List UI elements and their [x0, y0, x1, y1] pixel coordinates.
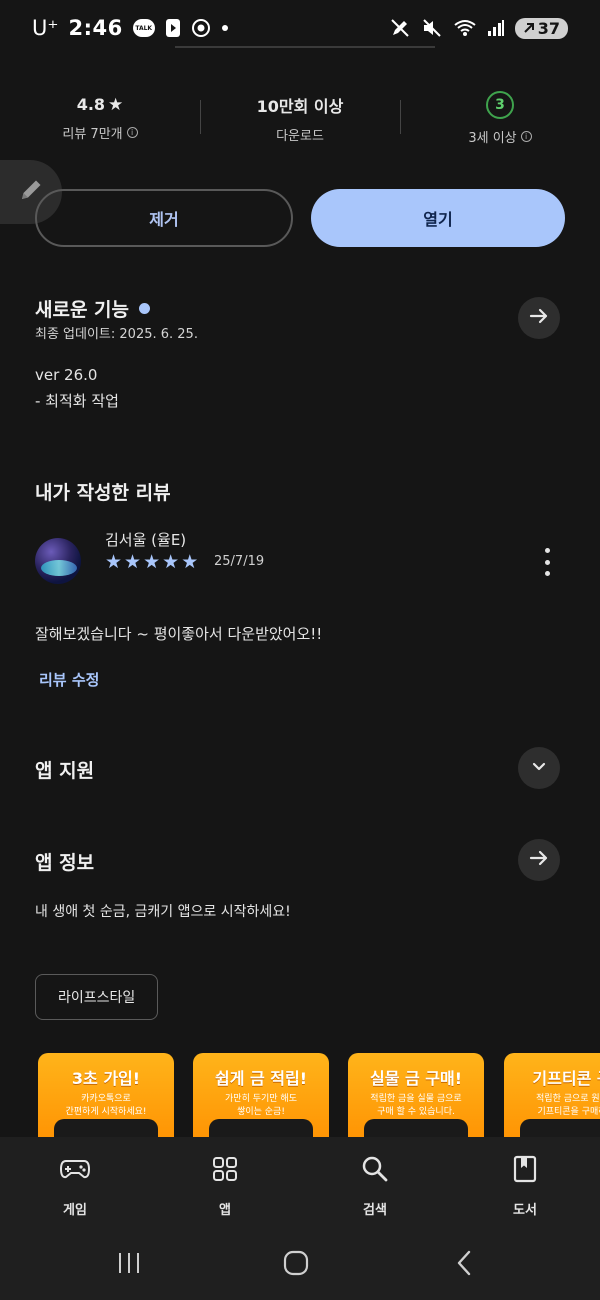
chevron-down-icon [529, 756, 549, 780]
star-icon: ★ [108, 94, 124, 115]
app-description: 내 생애 첫 순금, 금캐기 앱으로 시작하세요! [35, 904, 291, 920]
back-icon [452, 1249, 476, 1281]
battery-icon: 37 [514, 17, 568, 39]
screenshot-subtitle: 가만히 두기만 해도 쌓이는 순금! [225, 1094, 297, 1117]
whats-new-title: 새로운 기능 [35, 299, 130, 321]
screenshot-title: 쉽게 금 적립! [214, 1069, 308, 1088]
screenshot-carousel[interactable]: 3초 가입! 카카오톡으로 간편하게 시작하세요! 쉽게 금 적립! 가만히 두… [38, 1053, 600, 1143]
clock: 2:46 [68, 16, 123, 40]
rating-label: 리뷰 7만개 [62, 126, 123, 142]
version-text: ver 26.0 [35, 366, 98, 384]
app-support-heading[interactable]: 앱 지원 [35, 756, 94, 783]
app-stats: 4.8 ★ 리뷰 7만개 i 10만회 이상 다운로드 3 3세 이상 i [0, 88, 600, 148]
screenshot-title: 기프티콘 구 [532, 1069, 600, 1088]
star-icon: ★ [105, 551, 123, 573]
apps-grid-icon [211, 1155, 239, 1187]
screenshot-title: 3초 가입! [71, 1069, 141, 1088]
app-info-arrow-button[interactable] [518, 839, 560, 881]
whats-new-heading[interactable]: 새로운 기능 [35, 295, 151, 322]
mute-icon [421, 17, 443, 39]
review-date: 25/7/19 [214, 554, 265, 569]
signal-icon [487, 19, 505, 37]
downloads-label: 다운로드 [276, 128, 324, 144]
new-indicator-dot [139, 303, 151, 314]
rating-value: 4.8 [76, 95, 106, 114]
nav-item-apps[interactable]: 앱 [175, 1155, 275, 1218]
whats-new-arrow-button[interactable] [518, 297, 560, 339]
battery-level: 37 [537, 18, 560, 38]
uninstall-button[interactable]: 제거 [35, 189, 293, 247]
star-icon: ★ [162, 551, 180, 573]
avatar [35, 538, 81, 584]
star-icon: ★ [143, 551, 161, 573]
rating-stat[interactable]: 4.8 ★ 리뷰 7만개 i [0, 88, 200, 148]
arrow-right-icon [528, 305, 550, 331]
update-note: - 최적화 작업 [35, 392, 119, 410]
nav-item-games[interactable]: 게임 [25, 1155, 125, 1218]
reviewer-name: 김서울 (율E) [105, 531, 187, 549]
last-updated: 최종 업데이트: 2025. 6. 25. [35, 327, 198, 342]
nav-label: 검색 [363, 1203, 387, 1218]
screenshot-title: 실물 금 구매! [369, 1069, 463, 1088]
screenshot-card[interactable]: 쉽게 금 적립! 가만히 두기만 해도 쌓이는 순금! [193, 1053, 329, 1143]
age-rating-badge: 3 [486, 90, 514, 119]
more-options-icon[interactable] [542, 548, 552, 576]
my-review-heading: 내가 작성한 리뷰 [35, 482, 171, 504]
arrow-right-icon [528, 847, 550, 873]
kakaotalk-icon: TALK [132, 19, 155, 37]
category-chip[interactable]: 라이프스타일 [35, 974, 159, 1020]
screenshot-subtitle: 적립한 금을 실물 금으로 구매 할 수 있습니다. [370, 1094, 462, 1117]
nav-label: 앱 [219, 1203, 231, 1218]
carrier-label: U⁺ [32, 16, 59, 40]
app-info-heading[interactable]: 앱 정보 [35, 848, 94, 875]
nav-label: 도서 [513, 1203, 537, 1218]
review-text: 잘해보겠습니다 ~ 평이좋아서 다운받았어오!! [35, 625, 323, 643]
star-icon: ★ [181, 551, 199, 573]
wifi-icon [453, 18, 477, 38]
app-support-expand-button[interactable] [518, 747, 560, 789]
chrome-icon [191, 18, 211, 38]
system-navigation [0, 1240, 600, 1290]
age-rating-stat[interactable]: 3 3세 이상 i [400, 88, 600, 148]
scroll-divider [175, 46, 435, 48]
book-icon [511, 1155, 539, 1187]
open-button[interactable]: 열기 [311, 189, 565, 247]
screenshot-subtitle: 카카오톡으로 간편하게 시작하세요! [65, 1094, 147, 1117]
dot-icon [221, 24, 229, 32]
screenshot-card[interactable]: 기프티콘 구 적립한 금으로 원하 기프티콘을 구매하 [504, 1053, 600, 1143]
nav-item-books[interactable]: 도서 [475, 1155, 575, 1218]
review-stars: ★ ★ ★ ★ ★ [105, 551, 198, 573]
search-icon [361, 1155, 389, 1187]
star-icon: ★ [124, 551, 142, 573]
nav-item-search[interactable]: 검색 [325, 1155, 425, 1218]
home-icon [282, 1249, 310, 1281]
home-button[interactable] [266, 1240, 326, 1290]
edit-review-link[interactable]: 리뷰 수정 [39, 669, 99, 690]
action-buttons: 제거 열기 [35, 189, 565, 247]
screenshot-card[interactable]: 3초 가입! 카카오톡으로 간편하게 시작하세요! [38, 1053, 174, 1143]
downloads-value: 10만회 이상 [256, 96, 344, 116]
screenshot-subtitle: 적립한 금으로 원하 기프티콘을 구매하 [536, 1094, 600, 1117]
pen-off-icon [389, 17, 411, 39]
back-button[interactable] [434, 1240, 494, 1290]
media-play-icon [165, 18, 181, 38]
downloads-stat: 10만회 이상 다운로드 [200, 88, 400, 148]
recent-apps-button[interactable] [99, 1240, 159, 1290]
recent-apps-icon [116, 1250, 142, 1280]
gamepad-icon [59, 1155, 91, 1187]
nav-label: 게임 [63, 1203, 87, 1218]
info-icon: i [126, 126, 138, 138]
info-icon: i [520, 130, 532, 142]
screenshot-card[interactable]: 실물 금 구매! 적립한 금을 실물 금으로 구매 할 수 있습니다. [348, 1053, 484, 1143]
age-rating-label: 3세 이상 [468, 130, 517, 146]
